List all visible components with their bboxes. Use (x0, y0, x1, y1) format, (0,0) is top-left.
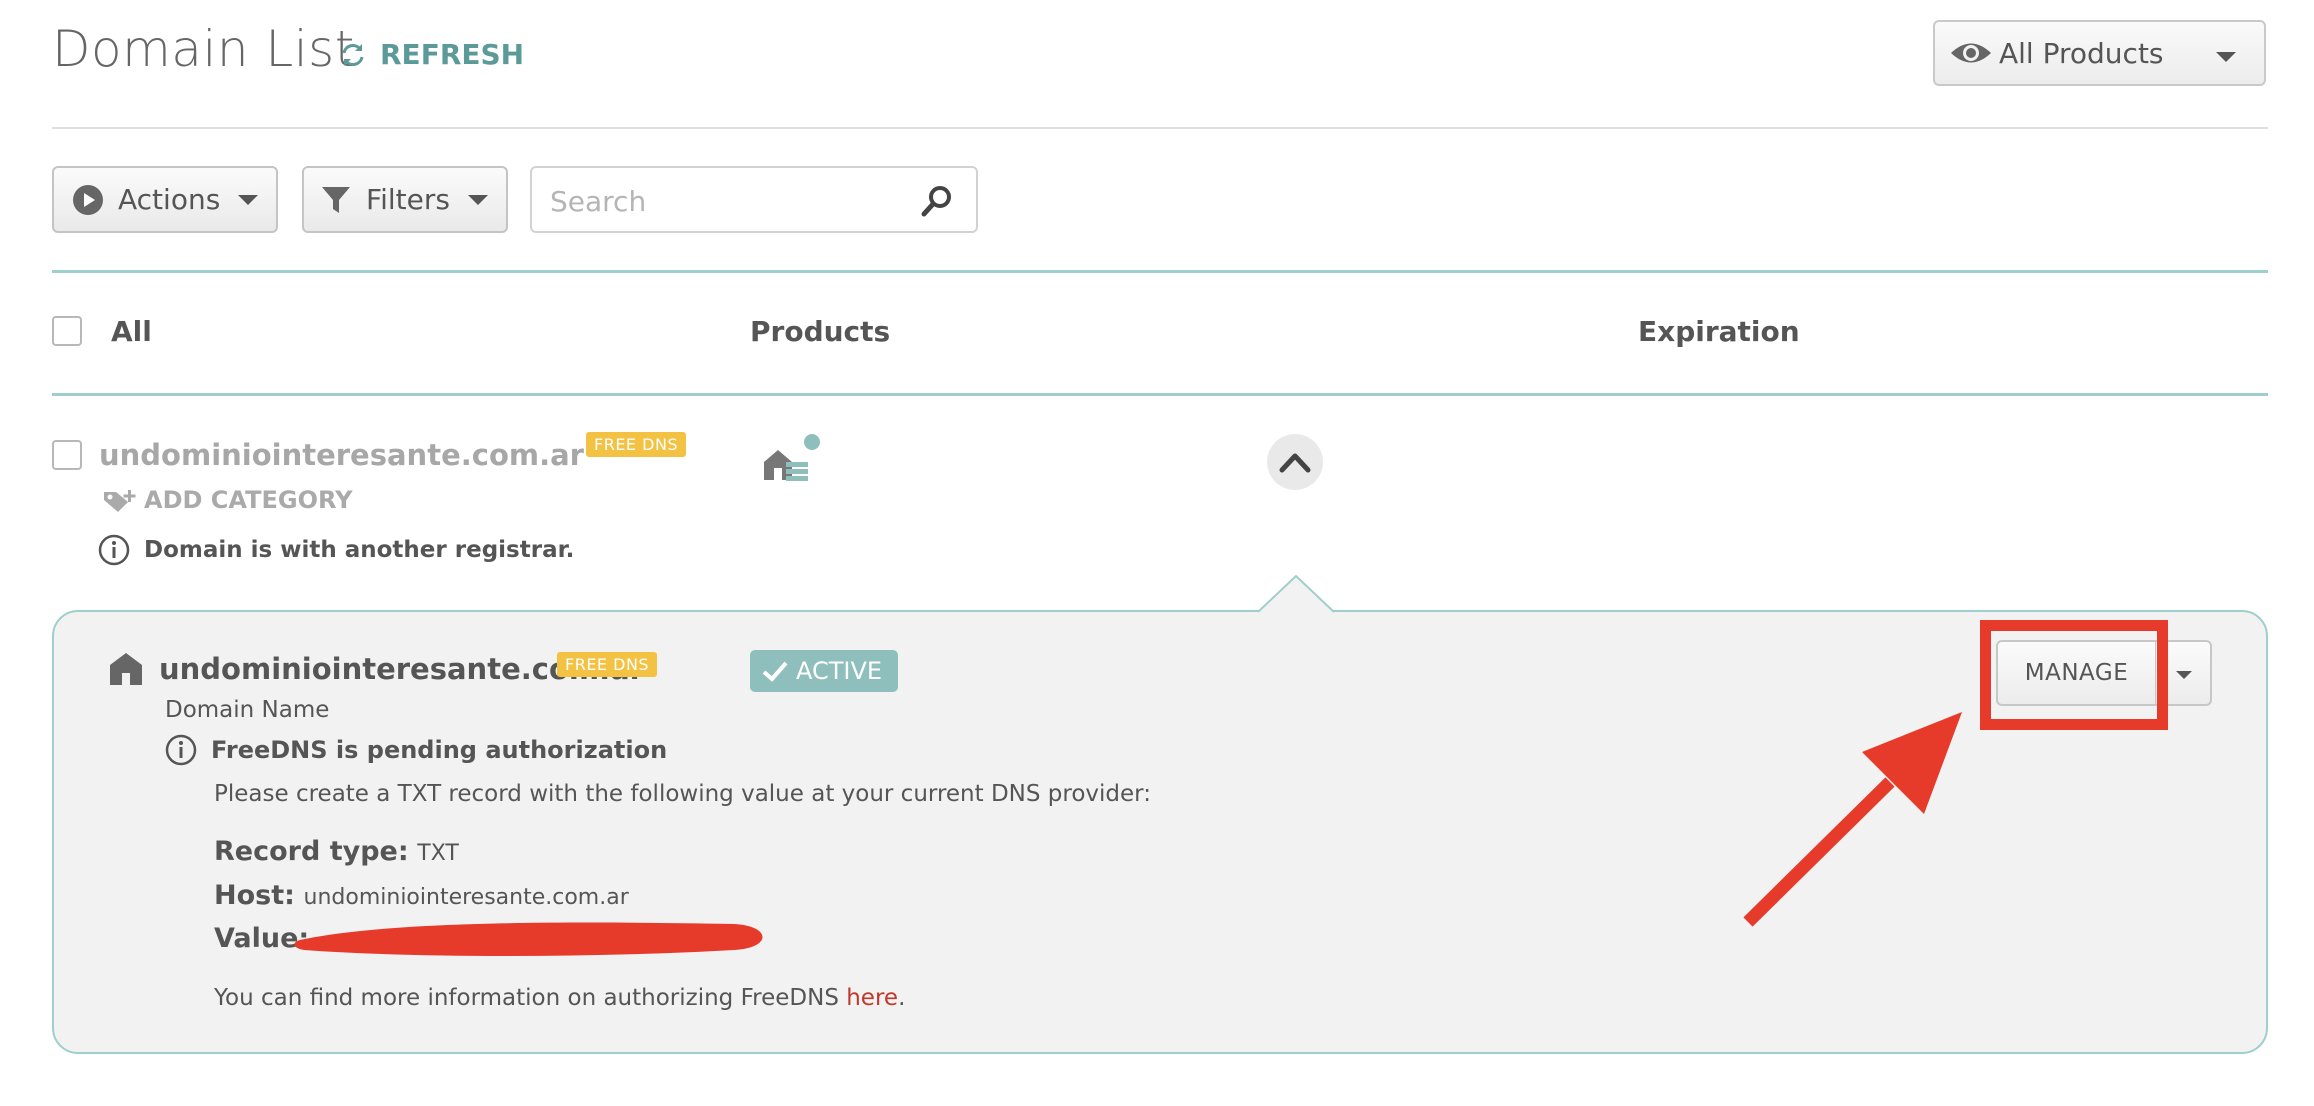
eye-icon (1951, 43, 1991, 63)
refresh-button[interactable]: REFRESH (338, 38, 524, 71)
dns-house-icon (764, 434, 820, 481)
column-header-expiration: Expiration (1638, 315, 1800, 348)
search-box (530, 166, 978, 233)
more-info-link[interactable]: here (846, 985, 898, 1011)
free-dns-badge: FREE DNS (586, 432, 687, 457)
host-line: Host: undominiointeresante.com.ar (214, 880, 629, 911)
filter-icon (322, 186, 350, 213)
refresh-label: REFRESH (380, 38, 525, 71)
info-icon (165, 734, 197, 766)
add-category-link[interactable]: ADD CATEGORY (102, 486, 353, 514)
table-header-bottom-border (52, 393, 2268, 396)
record-type-line: Record type: TXT (214, 836, 459, 867)
select-all-checkbox[interactable] (52, 316, 82, 346)
play-icon (73, 184, 103, 215)
panel-free-dns-badge: FREE DNS (557, 652, 658, 677)
pending-authorization-title: FreeDNS is pending authorization (165, 734, 667, 766)
host-value: undominiointeresante.com.ar (303, 885, 629, 910)
filters-label: Filters (366, 183, 450, 216)
caret-down-icon (238, 194, 259, 205)
manage-button[interactable]: MANAGE (1996, 640, 2156, 706)
check-icon (762, 661, 788, 682)
tag-add-icon (104, 490, 136, 512)
panel-pointer (1258, 574, 1334, 614)
record-type-label: Record type: (214, 836, 409, 867)
more-info-prefix: You can find more information on authori… (214, 985, 847, 1011)
redaction-scribble (294, 922, 763, 956)
row-checkbox[interactable] (52, 440, 82, 470)
info-icon (98, 534, 130, 566)
actions-button[interactable]: Actions (52, 166, 278, 233)
home-icon (110, 653, 142, 685)
more-info-suffix: . (898, 985, 906, 1011)
page-title: Domain List (52, 20, 355, 78)
search-icon[interactable] (920, 184, 954, 218)
more-info-text: You can find more information on authori… (214, 985, 905, 1011)
collapse-row-button[interactable] (1267, 434, 1323, 490)
pending-authorization-text: FreeDNS is pending authorization (211, 736, 668, 764)
product-filter-select[interactable]: All Products (1933, 20, 2266, 86)
add-category-label: ADD CATEGORY (144, 486, 353, 514)
caret-down-icon (2216, 52, 2236, 62)
manage-dropdown-toggle[interactable] (2156, 640, 2212, 706)
host-label: Host: (214, 880, 295, 911)
product-filter-value: All Products (1999, 36, 2164, 70)
status-badge: ACTIVE (750, 650, 899, 692)
txt-record-instructions: Please create a TXT record with the foll… (214, 781, 1151, 807)
actions-label: Actions (118, 183, 221, 216)
caret-down-icon (2176, 671, 2192, 679)
status-badge-label: ACTIVE (796, 657, 883, 685)
registrar-info: Domain is with another registrar. (98, 534, 574, 566)
domain-name-label: Domain Name (165, 697, 330, 723)
column-header-products: Products (750, 315, 891, 348)
registrar-info-text: Domain is with another registrar. (144, 537, 575, 563)
header-divider (52, 127, 2268, 129)
filters-button[interactable]: Filters (302, 166, 508, 233)
row-domain-name[interactable]: undominiointeresante.com.ar (99, 438, 584, 472)
chevron-up-icon (1279, 453, 1311, 473)
search-input[interactable] (548, 182, 892, 220)
table-header-top-border (52, 270, 2268, 273)
caret-down-icon (467, 194, 488, 205)
record-type-value: TXT (417, 841, 459, 866)
column-header-all: All (111, 315, 152, 348)
refresh-icon (342, 43, 364, 66)
